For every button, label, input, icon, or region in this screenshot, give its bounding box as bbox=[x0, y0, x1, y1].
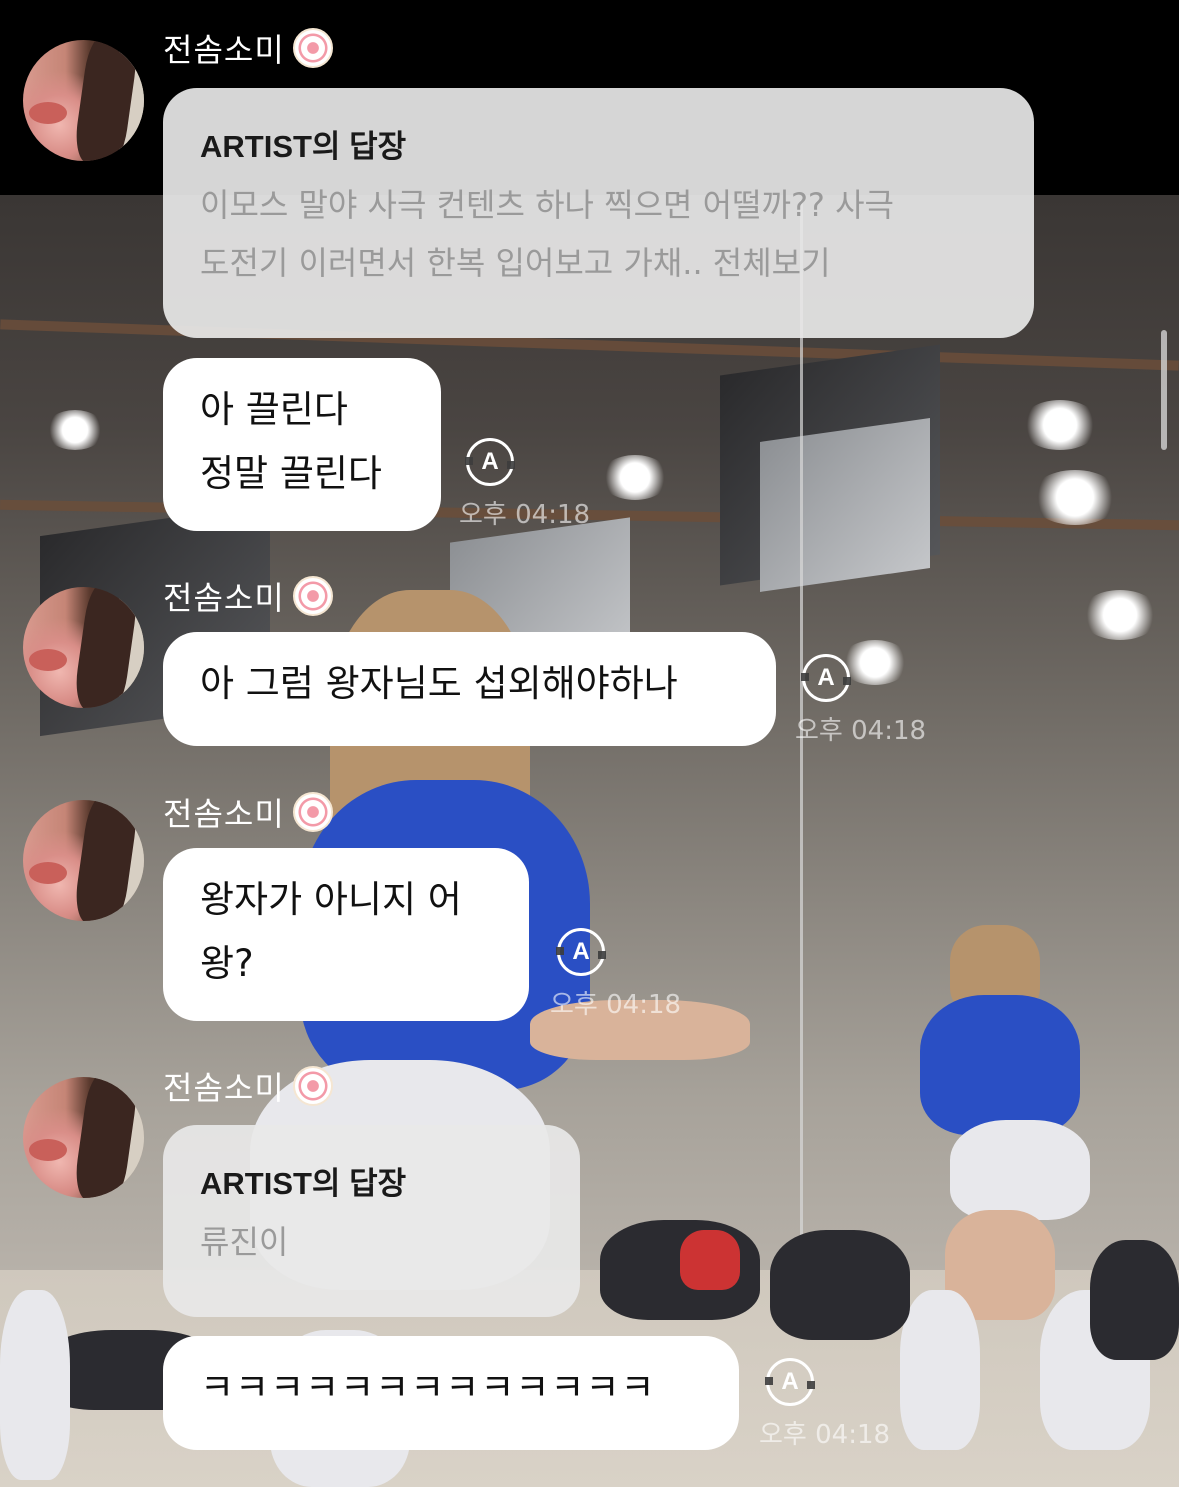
membership-badge-icon bbox=[292, 28, 333, 68]
avatar[interactable] bbox=[23, 1077, 144, 1198]
message-bubble[interactable]: 아 그럼 왕자님도 섭외해야하나 bbox=[163, 632, 776, 746]
message-text-line: 왕? bbox=[200, 942, 254, 985]
dancer-boot bbox=[0, 1290, 70, 1480]
sender-name-text: 전솜소미 bbox=[163, 795, 285, 833]
reply-body-line: 이모스 말야 사극 컨텐츠 하나 찍으면 어떨까?? 사극 bbox=[200, 186, 894, 224]
sender-name: 전솜소미 bbox=[163, 792, 333, 833]
scrollbar[interactable] bbox=[1161, 330, 1167, 450]
seated-audience bbox=[1090, 1240, 1179, 1360]
message-bubble[interactable]: ㅋㅋㅋㅋㅋㅋㅋㅋㅋㅋㅋㅋㅋ bbox=[163, 1336, 739, 1450]
message-text-line: 아 그럼 왕자님도 섭외해야하나 bbox=[200, 662, 678, 705]
studio-speaker bbox=[760, 418, 930, 592]
message-meta: A 오후 04:18 bbox=[459, 438, 606, 548]
message-meta: A 오후 04:18 bbox=[795, 654, 942, 764]
reply-body-line: 도전기 이러면서 한복 입어보고 가채.. 전체보기 bbox=[200, 244, 831, 282]
avatar[interactable] bbox=[23, 587, 144, 708]
sender-name-text: 전솜소미 bbox=[163, 579, 285, 617]
reply-quote-bubble[interactable]: ARTIST의 답장 류진이 bbox=[163, 1125, 580, 1317]
sender-name: 전솜소미 bbox=[163, 576, 333, 617]
sender-name: 전솜소미 bbox=[163, 28, 333, 69]
ceiling-light bbox=[600, 455, 670, 500]
reply-title: ARTIST의 답장 bbox=[200, 129, 407, 164]
message-text-line: ㅋㅋㅋㅋㅋㅋㅋㅋㅋㅋㅋㅋㅋ bbox=[200, 1366, 656, 1409]
translate-refresh-icon[interactable]: A bbox=[801, 654, 851, 702]
message-text-line: 아 끌린다 bbox=[200, 388, 348, 431]
message-meta: A 오후 04:18 bbox=[550, 928, 697, 1038]
sender-name-text: 전솜소미 bbox=[163, 31, 285, 69]
sender-name-text: 전솜소미 bbox=[163, 1069, 285, 1107]
translate-refresh-icon[interactable]: A bbox=[465, 438, 515, 486]
message-time: 오후 04:18 bbox=[550, 990, 682, 1020]
seated-audience bbox=[770, 1230, 910, 1340]
message-text-line: 왕자가 아니지 어 bbox=[200, 878, 462, 921]
message-meta: A 오후 04:18 bbox=[759, 1358, 906, 1468]
translate-refresh-icon[interactable]: A bbox=[765, 1358, 815, 1406]
membership-badge-icon bbox=[292, 792, 333, 832]
message-bubble[interactable]: 왕자가 아니지 어 왕? bbox=[163, 848, 529, 1021]
avatar[interactable] bbox=[23, 40, 144, 161]
ceiling-light bbox=[1030, 470, 1120, 525]
translate-refresh-icon[interactable]: A bbox=[556, 928, 606, 976]
avatar[interactable] bbox=[23, 800, 144, 921]
membership-badge-icon bbox=[292, 576, 333, 616]
ceiling-light bbox=[1020, 400, 1100, 450]
reply-body-line: 류진이 bbox=[200, 1223, 289, 1261]
reply-title: ARTIST의 답장 bbox=[200, 1166, 407, 1201]
membership-badge-icon bbox=[292, 1066, 333, 1106]
dancer-shorts bbox=[950, 1120, 1090, 1220]
ceiling-light bbox=[45, 410, 105, 450]
reply-quote-bubble[interactable]: ARTIST의 답장 이모스 말야 사극 컨텐츠 하나 찍으면 어떨까?? 사극… bbox=[163, 88, 1034, 338]
message-time: 오후 04:18 bbox=[759, 1420, 891, 1450]
message-text-line: 정말 끌린다 bbox=[200, 452, 382, 495]
dancer-top bbox=[920, 995, 1080, 1135]
dancer-boot bbox=[900, 1290, 980, 1450]
message-bubble[interactable]: 아 끌린다 정말 끌린다 bbox=[163, 358, 441, 531]
message-time: 오후 04:18 bbox=[459, 500, 591, 530]
ceiling-light bbox=[1080, 590, 1160, 640]
sender-name: 전솜소미 bbox=[163, 1066, 333, 1107]
seated-audience bbox=[680, 1230, 740, 1290]
message-time: 오후 04:18 bbox=[795, 716, 927, 746]
